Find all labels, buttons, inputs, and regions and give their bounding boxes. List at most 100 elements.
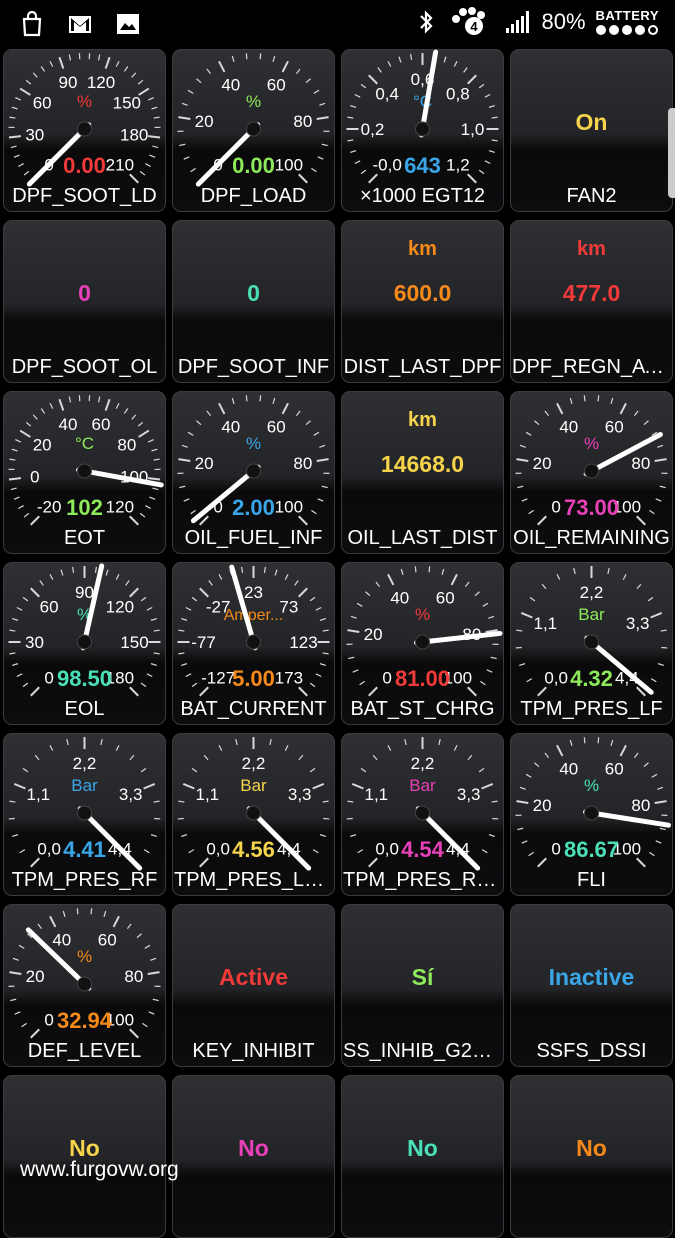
tile-bat-current-13[interactable]: -127-77-272373123173Amper...5.00BAT_CURR… (172, 562, 335, 725)
tile-oil-remaining-11[interactable]: 020406080100%73.00OIL_REMAINING (510, 391, 673, 554)
gauge-grid: 0306090120150180210%0.00DPF_SOOT_LD02040… (3, 49, 673, 1238)
minor-tick (33, 415, 37, 419)
minor-tick (188, 432, 193, 435)
minor-tick (127, 924, 131, 929)
minor-tick (492, 117, 498, 118)
tile-empty-27[interactable]: No (510, 1075, 673, 1238)
minor-tick (69, 397, 70, 403)
tile-empty-25[interactable]: No (172, 1075, 335, 1238)
notification-icons (18, 10, 142, 38)
tick-label: 80 (631, 454, 650, 473)
minor-tick (9, 630, 15, 631)
tile-empty-26[interactable]: No (341, 1075, 504, 1238)
tile-dpf-soot-ol-4[interactable]: 0DPF_SOOT_OL (3, 220, 166, 383)
tile-tpm-pres-lro-17[interactable]: 0,01,12,23,34,4Bar4.56TPM_PRES_LRO (172, 733, 335, 896)
tile-oil-last-dist-10[interactable]: km14668.0OIL_LAST_DIST (341, 391, 504, 554)
tile-1000-egt12-2[interactable]: -0,00,20,40,60,81,01,2°C643×1000 EGT12 (341, 49, 504, 212)
minor-tick (661, 630, 667, 631)
major-tick (516, 801, 528, 803)
tick-label: 80 (293, 454, 312, 473)
tile-key-inhibit-21[interactable]: ActiveKEY_INHIBIT (172, 904, 335, 1067)
tick-label: 0,8 (446, 85, 470, 104)
minor-tick (184, 157, 190, 159)
minor-tick (18, 506, 23, 509)
tile-tpm-pres-rro-18[interactable]: 0,01,12,23,34,4Bar4.54TPM_PRES_RRO (341, 733, 504, 896)
tile-dpf-soot-ld-0[interactable]: 0306090120150180210%0.00DPF_SOOT_LD (3, 49, 166, 212)
tile-def-level-20[interactable]: 020406080100%32.94DEF_LEVEL (3, 904, 166, 1067)
minor-tick (154, 653, 160, 654)
minor-tick (464, 68, 468, 73)
minor-tick (275, 570, 277, 576)
major-tick (148, 136, 160, 137)
minor-tick (522, 499, 528, 501)
tick-label: 20 (364, 625, 383, 644)
major-tick (31, 858, 39, 866)
minor-tick (50, 403, 53, 408)
minor-tick (318, 157, 324, 159)
minor-tick (316, 674, 321, 677)
tile-dpf-load-1[interactable]: 020406080100%0.00DPF_LOAD (172, 49, 335, 212)
tile-tpm-pres-lf-15[interactable]: 0,01,12,23,34,4Bar4.32TPM_PRES_LF (510, 562, 673, 725)
minor-tick (358, 850, 363, 853)
minor-tick (192, 683, 197, 687)
major-tick (538, 858, 546, 866)
major-tick (516, 459, 528, 461)
tile-oil-fuel-inf-9[interactable]: 020406080100%2.00OIL_FUEL_INF (172, 391, 335, 554)
minor-tick (9, 801, 15, 802)
tick-label: 20 (195, 454, 214, 473)
tile-bat-st-chrg-14[interactable]: 020406080100%81.00BAT_ST_CHRG (341, 562, 504, 725)
tile-label: FLI (512, 869, 671, 892)
major-tick (283, 403, 288, 414)
major-tick (299, 516, 307, 524)
minor-tick (485, 161, 490, 164)
tile-ss-inhib-g2-13-22[interactable]: SíSS_INHIB_G2_13 (341, 904, 504, 1067)
tick-label: -0,0 (372, 155, 401, 174)
minor-tick (360, 681, 365, 684)
minor-tick (429, 566, 430, 572)
watermark: www.furgovw.org (20, 1158, 179, 1182)
minor-tick (126, 581, 130, 586)
minor-tick (310, 683, 315, 687)
edge-panel-handle[interactable] (668, 108, 675, 198)
tick-label: 3,3 (457, 785, 481, 804)
minor-tick (479, 768, 484, 772)
minor-tick (145, 506, 150, 509)
tile-dist-last-dpf-6[interactable]: km600.0DIST_LAST_DPF (341, 220, 504, 383)
tile-tpm-pres-rf-16[interactable]: 0,01,12,23,34,4Bar4.41TPM_PRES_RF (3, 733, 166, 896)
tile-dpf-soot-inf-5[interactable]: 0DPF_SOOT_INF (172, 220, 335, 383)
minor-tick (651, 679, 656, 682)
minor-tick (520, 787, 526, 789)
readout-value: Sí (341, 964, 504, 991)
minor-tick (270, 739, 271, 745)
major-tick (468, 687, 476, 695)
needle-hub (78, 122, 92, 136)
tile-label: EOL (5, 698, 164, 721)
minor-tick (116, 61, 119, 66)
tile-eot-8[interactable]: -20020406080100120°C102EOT (3, 391, 166, 554)
unit-label: km (341, 238, 504, 261)
minor-tick (545, 411, 549, 416)
system-icons: 4 80% BATTERY (412, 6, 660, 38)
tile-fan2-3[interactable]: OnFAN2 (510, 49, 673, 212)
tile-eol-12[interactable]: 0306090120150180%98.50EOL (3, 562, 166, 725)
tile-empty-24[interactable]: No (3, 1075, 166, 1238)
minor-tick (232, 56, 234, 62)
major-tick (114, 916, 119, 927)
tick-label: 0 (551, 497, 560, 516)
minor-tick (260, 53, 261, 59)
minor-tick (41, 67, 44, 72)
tick-label: 60 (605, 759, 624, 778)
tick-label: 3,3 (119, 785, 143, 804)
minor-tick (310, 597, 315, 601)
needle-hub (78, 977, 92, 991)
gauge-value: 32.94 (57, 1008, 113, 1033)
major-tick (452, 574, 457, 585)
tile-dpf-regn-av-7[interactable]: km477.0DPF_REGN_AV... (510, 220, 673, 383)
tile-ssfs-dssi-23[interactable]: InactiveSSFS_DSSI (510, 904, 673, 1067)
tile-fli-19[interactable]: 020406080100%86.67FLI (510, 733, 673, 896)
minor-tick (181, 835, 187, 837)
minor-tick (361, 84, 366, 88)
minor-tick (479, 170, 484, 174)
tick-label: 20 (533, 796, 552, 815)
minor-tick (204, 755, 208, 760)
